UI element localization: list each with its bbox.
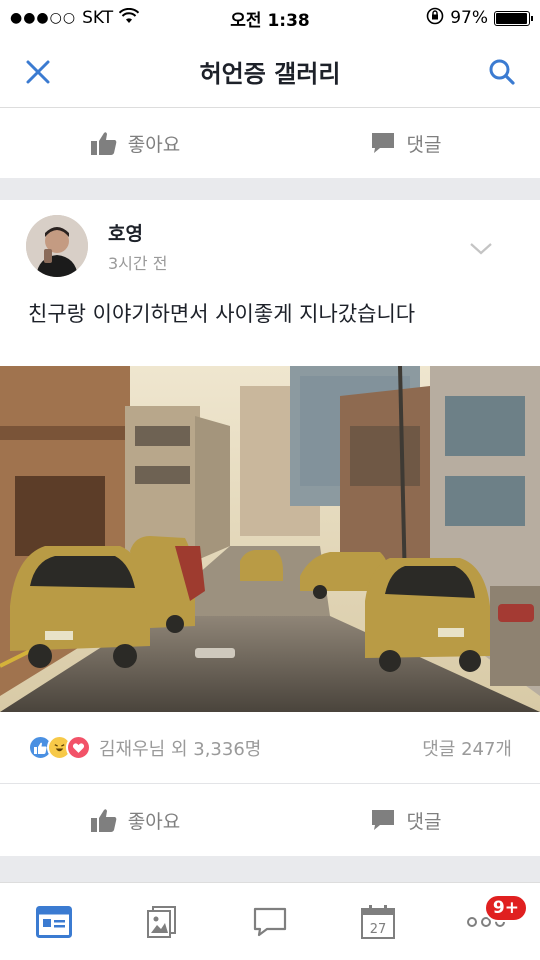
post-text: 친구랑 이야기하면서 사이좋게 지나갔습니다 (28, 302, 416, 326)
search-icon (489, 59, 515, 85)
post-options-button[interactable] (470, 240, 492, 259)
tab-messages[interactable] (240, 892, 300, 952)
status-left: ●●●○○ SKT (10, 7, 140, 29)
post-photo[interactable] (0, 366, 540, 712)
status-right: 97% (426, 7, 533, 30)
previous-post-footer: 좋아요 댓글 (0, 108, 540, 178)
comment-label: 댓글 (406, 133, 442, 156)
page-title: 허언증 갤러리 (199, 60, 341, 88)
tab-more[interactable]: 9+ (456, 892, 528, 952)
close-button[interactable] (20, 54, 56, 90)
comment-button[interactable]: 댓글 (270, 129, 540, 157)
tab-photos[interactable] (132, 892, 192, 952)
thumbs-up-icon (90, 806, 118, 834)
post-stats: 김재우님 외 3,336명 댓글 247개 (0, 712, 540, 784)
chevron-down-icon (470, 243, 492, 255)
like-label: 좋아요 (127, 810, 181, 833)
comments-count[interactable]: 댓글 247개 (422, 735, 512, 761)
tab-events[interactable]: 27 (348, 892, 408, 952)
nav-bar: 허언증 갤러리 (0, 36, 540, 108)
thumbs-up-icon (90, 129, 118, 157)
calendar-day: 27 (370, 922, 387, 937)
wifi-icon (118, 7, 140, 29)
message-icon (253, 907, 287, 936)
battery-percent: 97% (450, 8, 488, 28)
like-button[interactable]: 좋아요 (0, 806, 270, 834)
comment-icon (369, 129, 397, 157)
comment-button[interactable]: 댓글 (270, 806, 540, 834)
comment-icon (369, 806, 397, 834)
love-reaction-icon (66, 735, 91, 760)
post-timestamp: 3시간 전 (108, 253, 168, 273)
author-name[interactable]: 호영 (108, 219, 167, 246)
photos-icon (147, 905, 176, 938)
status-bar: ●●●○○ SKT 오전 1:38 97% (0, 0, 540, 36)
calendar-icon: 27 (361, 904, 395, 939)
comment-label: 댓글 (406, 810, 442, 833)
like-label: 좋아요 (127, 133, 181, 156)
avatar[interactable] (26, 215, 88, 277)
battery-icon (494, 10, 533, 26)
carrier-label: SKT (82, 8, 114, 28)
notification-badge: 9+ (483, 893, 528, 922)
signal-icon: ●●●○○ (10, 10, 77, 26)
close-icon (26, 60, 50, 83)
news-feed-icon (36, 905, 72, 938)
reactions-summary[interactable]: 김재우님 외 3,336명 (28, 735, 261, 761)
post-card: 호영 3시간 전 친구랑 이야기하면서 사이좋게 지나갔습니다 김재우님 외 3… (0, 200, 540, 856)
reactions-count: 김재우님 외 3,336명 (99, 738, 262, 760)
like-button[interactable]: 좋아요 (0, 129, 270, 157)
previous-post-actions: 좋아요 댓글 (0, 108, 540, 178)
tab-bar: 27 9+ (0, 882, 540, 960)
orientation-lock-icon (426, 7, 444, 30)
post-actions: 좋아요 댓글 (0, 784, 540, 856)
author-info: 호영 3시간 전 (108, 219, 167, 274)
search-button[interactable] (484, 54, 520, 90)
battery-level (496, 12, 528, 24)
tab-news-feed[interactable] (24, 892, 84, 952)
post-header: 호영 3시간 전 (0, 200, 540, 292)
